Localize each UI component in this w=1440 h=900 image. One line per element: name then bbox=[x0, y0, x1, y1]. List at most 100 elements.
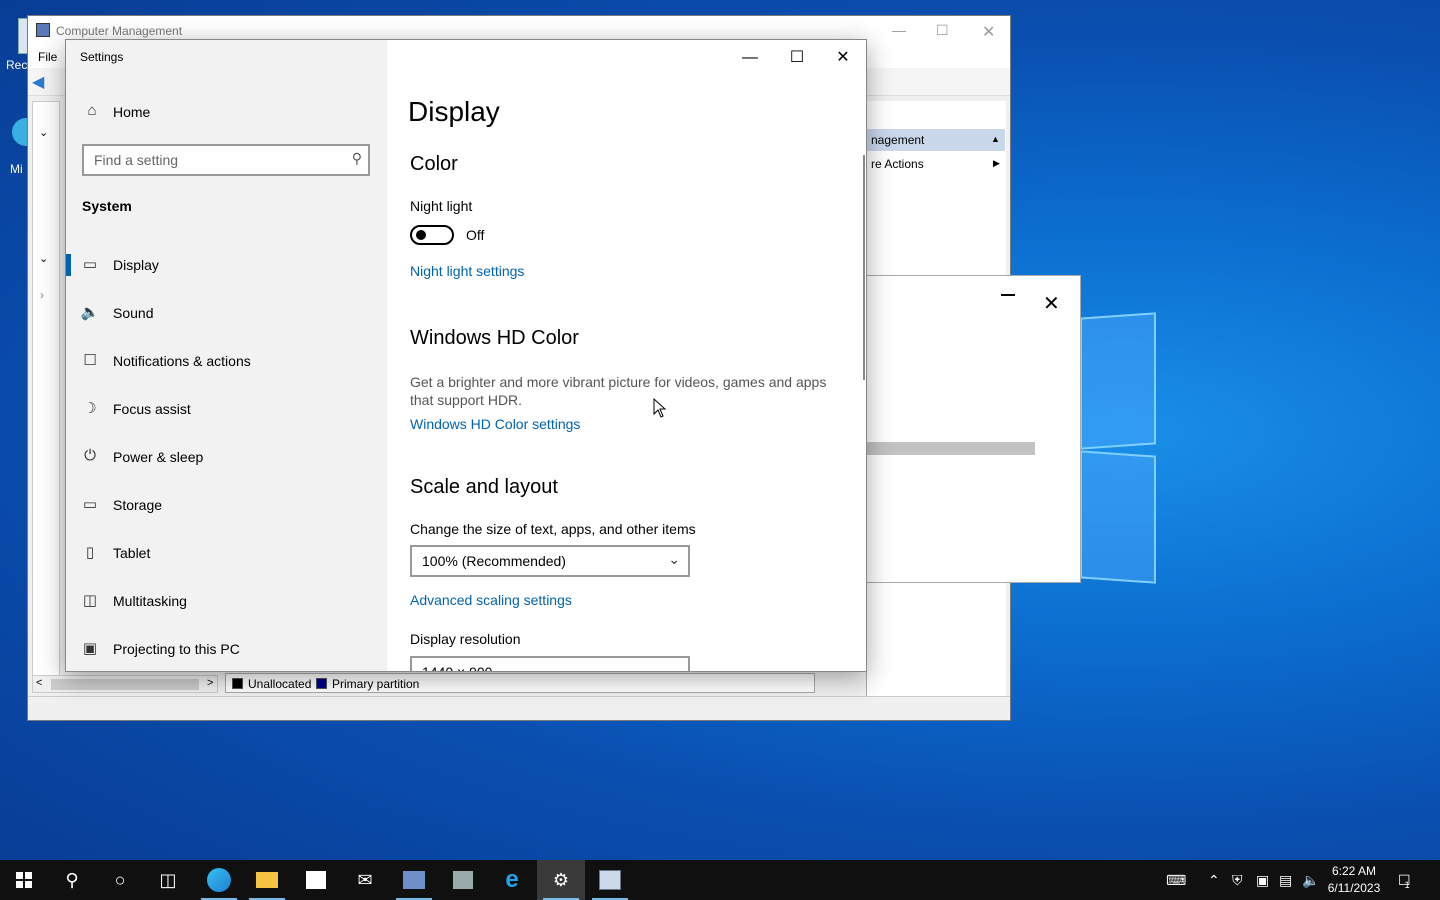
start-button[interactable] bbox=[0, 860, 48, 900]
hdr-settings-link[interactable]: Windows HD Color settings bbox=[410, 416, 580, 432]
tray-security[interactable]: ⛨ bbox=[1232, 860, 1243, 900]
folder-icon bbox=[256, 872, 278, 888]
notification-count: 1 bbox=[1404, 880, 1410, 890]
edge-icon bbox=[207, 868, 231, 892]
tray-show-hidden[interactable]: ⌃ bbox=[1208, 860, 1220, 900]
taskbar-clock[interactable]: 6:22 AM 6/11/2023 bbox=[1322, 863, 1386, 897]
multitasking-icon: ◫ bbox=[82, 592, 98, 609]
action-center-button[interactable]: ☐ 1 bbox=[1398, 860, 1411, 900]
maximize-button[interactable]: ☐ bbox=[774, 48, 820, 78]
tray-meet[interactable]: ▣ bbox=[1256, 860, 1269, 900]
collapse-up-icon[interactable]: ▲ bbox=[991, 134, 1000, 144]
category-heading: System bbox=[82, 198, 132, 214]
store-bag-icon bbox=[306, 871, 326, 889]
power-icon: ⏻ bbox=[84, 447, 96, 464]
storage-icon: ▭ bbox=[82, 496, 98, 513]
sidebar-item-power-sleep[interactable]: ⏻ Power & sleep bbox=[66, 434, 387, 478]
close-button[interactable]: ✕ bbox=[820, 48, 866, 78]
sidebar-item-projecting[interactable]: ▣ Projecting to this PC bbox=[66, 626, 387, 670]
sidebar-item-notifications[interactable]: ☐ Notifications & actions bbox=[66, 338, 387, 382]
taskbar-store[interactable] bbox=[292, 860, 340, 900]
cm-status-bar bbox=[28, 696, 1010, 720]
cortana-circle-icon: ○ bbox=[114, 869, 126, 890]
notification-icon: ☐ bbox=[83, 352, 97, 369]
sidebar-item-sound[interactable]: 🔈 Sound bbox=[66, 290, 387, 334]
scrollbar-thumb[interactable] bbox=[51, 679, 199, 690]
speaker-icon: 🔈 bbox=[80, 304, 100, 321]
taskbar-internet-explorer[interactable]: e bbox=[488, 860, 536, 900]
taskbar-disk-app[interactable] bbox=[586, 860, 634, 900]
scale-label: Change the size of text, apps, and other… bbox=[410, 521, 696, 537]
legend-swatch-unallocated bbox=[232, 678, 243, 689]
actions-header[interactable]: nagement ▲ bbox=[867, 129, 1005, 151]
tray-volume[interactable]: 🔈 bbox=[1302, 860, 1319, 900]
sidebar-item-multitasking[interactable]: ◫ Multitasking bbox=[66, 578, 387, 622]
legend-swatch-primary bbox=[316, 678, 327, 689]
keyboard-icon: ⌨ bbox=[1166, 871, 1187, 888]
search-placeholder: Find a setting bbox=[94, 152, 179, 168]
taskbar-mail[interactable]: ✉ bbox=[341, 860, 389, 900]
settings-window-title: Settings bbox=[80, 50, 124, 64]
scroll-left-icon[interactable]: < bbox=[36, 677, 42, 689]
toggle-knob bbox=[416, 230, 426, 240]
cm-tree-pane[interactable]: ⌄ ⌄ › bbox=[32, 101, 60, 691]
scale-value: 100% (Recommended) bbox=[422, 553, 566, 569]
windows-start-icon bbox=[16, 872, 32, 888]
scroll-right-icon[interactable]: > bbox=[207, 677, 213, 689]
tray-keyboard[interactable]: ⌨ bbox=[1166, 860, 1186, 900]
cm-maximize-button[interactable]: ☐ bbox=[936, 22, 949, 39]
moon-icon: ☽ bbox=[83, 400, 97, 417]
taskbar-file-explorer[interactable] bbox=[243, 860, 291, 900]
shield-icon: ⛨ bbox=[1232, 871, 1243, 888]
night-light-settings-link[interactable]: Night light settings bbox=[410, 263, 524, 279]
submenu-arrow-icon: ▶ bbox=[993, 158, 1000, 168]
minimize-button[interactable]: — bbox=[727, 48, 773, 78]
menu-file[interactable]: File bbox=[38, 50, 57, 64]
cortana-button[interactable]: ○ bbox=[96, 860, 144, 900]
search-input[interactable]: Find a setting ⚲ bbox=[82, 144, 370, 176]
network-icon: ▤ bbox=[1279, 871, 1293, 888]
settings-window[interactable]: Settings ⌂ Home Find a setting ⚲ System … bbox=[65, 39, 867, 672]
sidebar-item-storage[interactable]: ▭ Storage bbox=[66, 482, 387, 526]
cm-minimize-button[interactable]: — bbox=[892, 22, 906, 38]
tray-network[interactable]: ▤ bbox=[1279, 860, 1292, 900]
server-icon bbox=[453, 871, 473, 889]
sidebar-item-focus-assist[interactable]: ☽ Focus assist bbox=[66, 386, 387, 430]
chevron-right-icon[interactable]: › bbox=[40, 288, 44, 302]
chevron-down-icon[interactable]: ⌄ bbox=[39, 252, 48, 265]
night-light-toggle[interactable] bbox=[410, 225, 454, 245]
search-icon: ⚲ bbox=[65, 869, 79, 890]
chevron-down-icon[interactable]: ⌄ bbox=[39, 126, 48, 139]
horizontal-scrollbar[interactable]: < > bbox=[32, 675, 218, 693]
progress-bar bbox=[867, 442, 1035, 455]
cm-close-button[interactable]: ✕ bbox=[982, 22, 995, 42]
dialog-close-button[interactable]: ✕ bbox=[1043, 294, 1060, 314]
taskbar-server-manager[interactable] bbox=[439, 860, 487, 900]
taskbar-edge[interactable] bbox=[195, 860, 243, 900]
more-actions-item[interactable]: re Actions ▶ bbox=[867, 153, 1005, 175]
night-light-label: Night light bbox=[410, 198, 473, 214]
legend-label-unallocated: Unallocated bbox=[248, 677, 312, 691]
scale-section-heading: Scale and layout bbox=[410, 476, 558, 498]
clock-time: 6:22 AM bbox=[1331, 864, 1377, 878]
dialog-minimize-button[interactable] bbox=[1001, 294, 1015, 296]
task-view-icon: ◫ bbox=[159, 869, 177, 890]
advanced-scaling-link[interactable]: Advanced scaling settings bbox=[410, 592, 572, 608]
taskbar-settings[interactable]: ⚙ bbox=[537, 860, 585, 900]
progress-dialog[interactable]: ✕ bbox=[866, 275, 1081, 583]
resolution-dropdown[interactable]: 1440 × 900 ⌄ bbox=[410, 656, 690, 672]
task-view-button[interactable]: ◫ bbox=[144, 860, 192, 900]
taskbar-computer-management[interactable] bbox=[390, 860, 438, 900]
home-label: Home bbox=[113, 104, 151, 120]
search-button[interactable]: ⚲ bbox=[48, 860, 96, 900]
sidebar-item-display[interactable]: ▭ Display bbox=[66, 242, 387, 286]
chevron-down-icon: ⌄ bbox=[668, 662, 680, 672]
mail-icon: ✉ bbox=[357, 869, 373, 890]
camera-icon: ▣ bbox=[1256, 871, 1270, 888]
scale-dropdown[interactable]: 100% (Recommended) ⌄ bbox=[410, 545, 690, 577]
sidebar-item-tablet[interactable]: ▯ Tablet bbox=[66, 530, 387, 574]
back-arrow-icon[interactable]: ◀ bbox=[32, 72, 44, 92]
disk-management-icon bbox=[599, 870, 621, 890]
home-icon: ⌂ bbox=[87, 102, 97, 119]
content-scrollbar[interactable] bbox=[863, 155, 865, 380]
